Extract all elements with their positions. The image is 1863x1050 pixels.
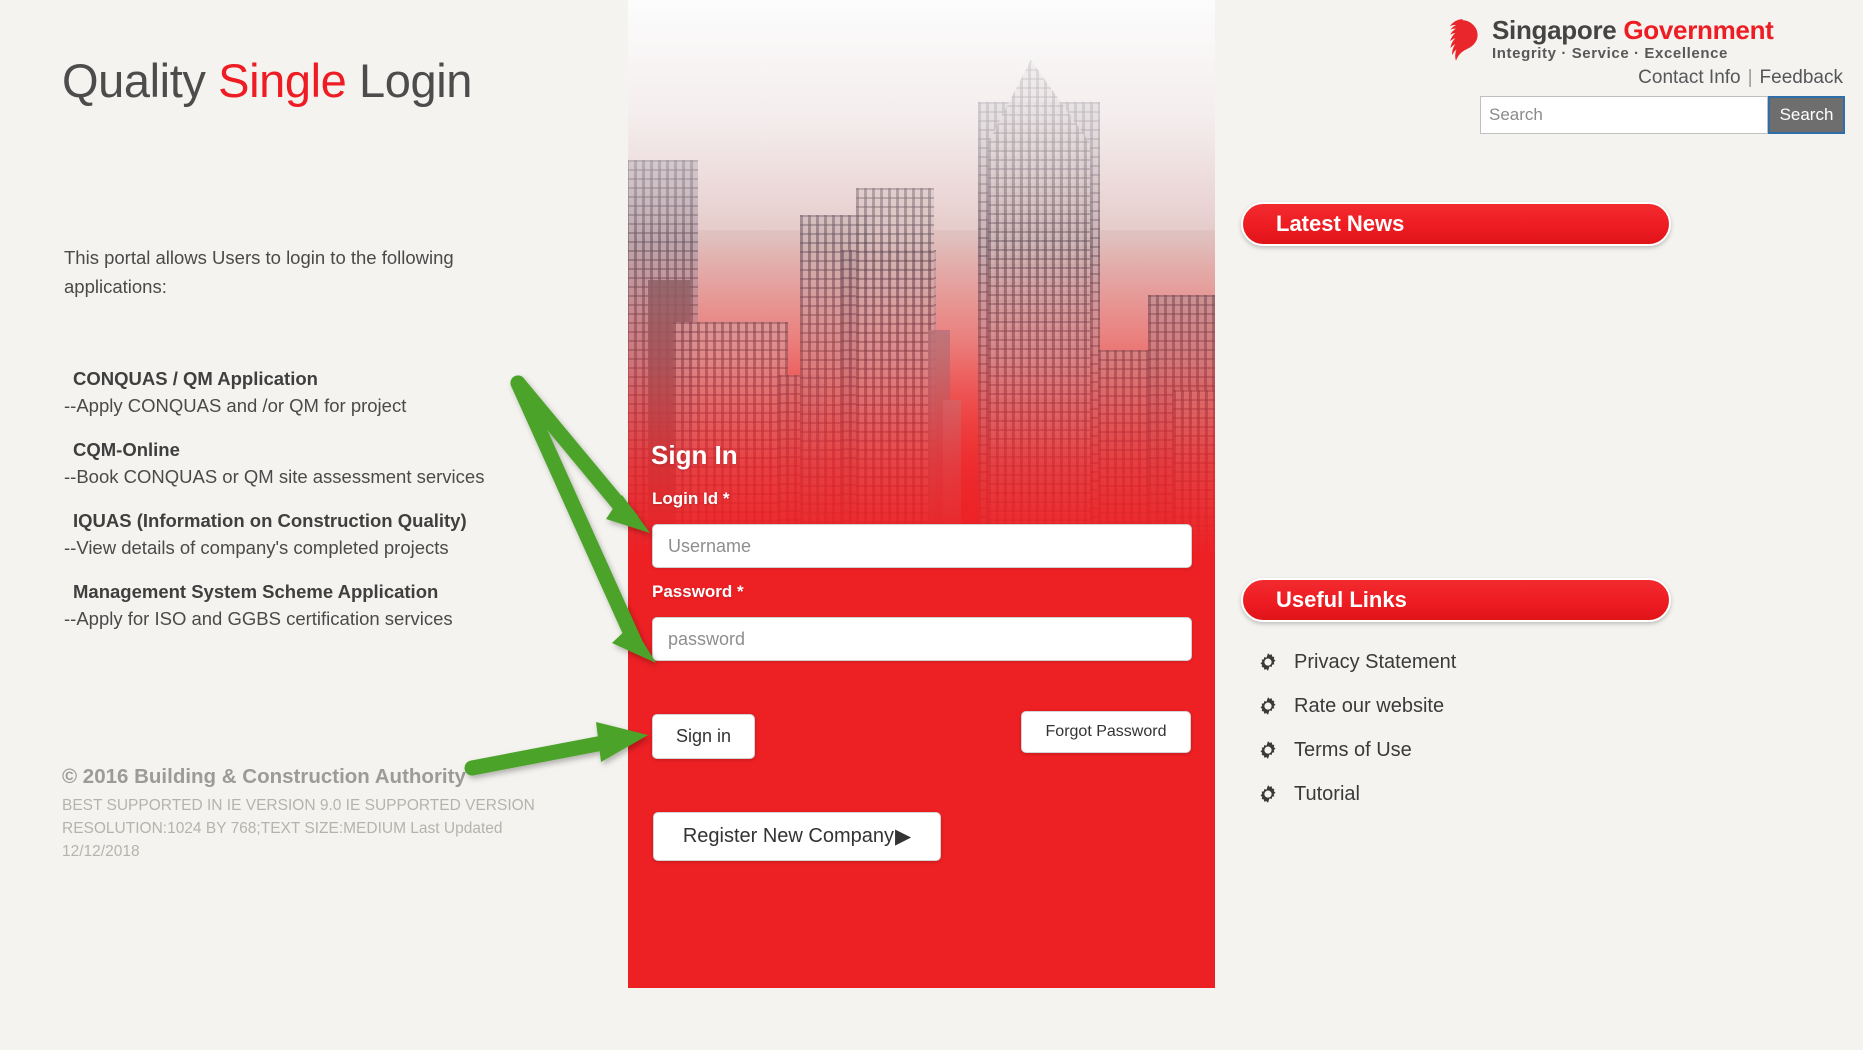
gear-icon: [1260, 785, 1276, 803]
gear-icon: [1260, 741, 1276, 759]
login-id-label: Login Id *: [652, 489, 730, 508]
page-title: Quality Single Login: [62, 53, 472, 108]
wordmark-tagline: Integrity · Service · Excellence: [1492, 45, 1728, 62]
page-title-part1: Quality: [62, 54, 219, 107]
useful-link-label: Privacy Statement: [1294, 650, 1457, 673]
gear-icon: [1260, 697, 1276, 715]
password-label: Password *: [652, 582, 744, 601]
feedback-link[interactable]: Feedback: [1760, 67, 1843, 88]
application-name: CQM-Online: [73, 439, 180, 460]
search-button[interactable]: Search: [1768, 96, 1845, 134]
application-name: IQUAS (Information on Construction Quali…: [73, 510, 467, 531]
username-input[interactable]: [652, 524, 1192, 568]
copyright-text: © 2016 Building & Construction Authority: [62, 765, 466, 788]
useful-link-privacy-statement[interactable]: Privacy Statement: [1257, 640, 1657, 684]
government-wordmark: Singapore Government Integrity · Service…: [1492, 17, 1774, 61]
application-item: IQUAS (Information on Construction Quali…: [64, 507, 584, 561]
application-item: CQM-Online --Book CONQUAS or QM site ass…: [64, 436, 584, 490]
application-description: --View details of company's completed pr…: [64, 537, 449, 558]
singapore-government-logo: Singapore Government Integrity · Service…: [1442, 17, 1774, 61]
sign-in-button[interactable]: Sign in: [652, 714, 755, 759]
application-item: CONQUAS / QM Application --Apply CONQUAS…: [64, 365, 584, 419]
applications-list: CONQUAS / QM Application --Apply CONQUAS…: [64, 365, 584, 632]
useful-links-banner: Useful Links: [1241, 578, 1671, 622]
wordmark-government: Government: [1623, 15, 1774, 45]
top-utility-links: Contact Info | Feedback: [1638, 67, 1843, 89]
useful-link-label: Terms of Use: [1294, 738, 1412, 761]
register-new-company-button[interactable]: Register New Company ▶: [653, 812, 941, 861]
useful-link-terms-of-use[interactable]: Terms of Use: [1257, 728, 1657, 772]
application-description: --Apply for ISO and GGBS certification s…: [64, 608, 453, 629]
intro-paragraph: This portal allows Users to login to the…: [64, 247, 454, 297]
useful-link-rate-our-website[interactable]: Rate our website: [1257, 684, 1657, 728]
application-item: Management System Scheme Application --A…: [64, 578, 584, 632]
register-label: Register New Company: [682, 825, 895, 847]
wordmark-singapore: Singapore: [1492, 15, 1617, 45]
application-description: --Book CONQUAS or QM site assessment ser…: [64, 466, 485, 487]
search-input[interactable]: [1480, 96, 1768, 134]
login-page: Quality Single Login This portal allows …: [0, 0, 1863, 1050]
useful-links-label: Useful Links: [1276, 587, 1407, 612]
search-bar: Search: [1480, 96, 1845, 134]
application-name: CONQUAS / QM Application: [73, 368, 318, 389]
latest-news-banner: Latest News: [1241, 202, 1671, 246]
footer-block: © 2016 Building & Construction Authority…: [62, 765, 562, 863]
signin-panel: Sign In Login Id * Password * Sign in Fo…: [628, 0, 1215, 988]
useful-link-label: Tutorial: [1294, 782, 1360, 805]
signin-heading: Sign In: [651, 440, 738, 470]
lion-head-icon: [1449, 19, 1478, 61]
right-sidebar: Singapore Government Integrity · Service…: [1215, 0, 1863, 1050]
contact-info-link[interactable]: Contact Info: [1638, 67, 1740, 88]
link-separator: |: [1747, 67, 1753, 88]
useful-links-list: Privacy Statement Rate our website Terms…: [1257, 640, 1657, 816]
play-triangle-icon: ▶: [895, 825, 912, 848]
left-info-column: Quality Single Login This portal allows …: [0, 0, 628, 1050]
page-title-highlight: Single: [218, 54, 347, 107]
gear-icon: [1260, 653, 1276, 671]
wordmark-line-1: Singapore Government: [1492, 17, 1774, 43]
latest-news-label: Latest News: [1276, 211, 1405, 236]
application-description: --Apply CONQUAS and /or QM for project: [64, 395, 407, 416]
browser-support-note: BEST SUPPORTED IN IE VERSION 9.0 IE SUPP…: [62, 797, 535, 860]
signin-form: Sign In Login Id * Password * Sign in Fo…: [628, 0, 1215, 988]
application-name: Management System Scheme Application: [73, 581, 439, 602]
password-input[interactable]: [652, 617, 1192, 661]
forgot-password-button[interactable]: Forgot Password: [1021, 711, 1191, 753]
page-title-part2: Login: [346, 54, 473, 107]
useful-link-label: Rate our website: [1294, 694, 1445, 717]
useful-link-tutorial[interactable]: Tutorial: [1257, 772, 1657, 816]
